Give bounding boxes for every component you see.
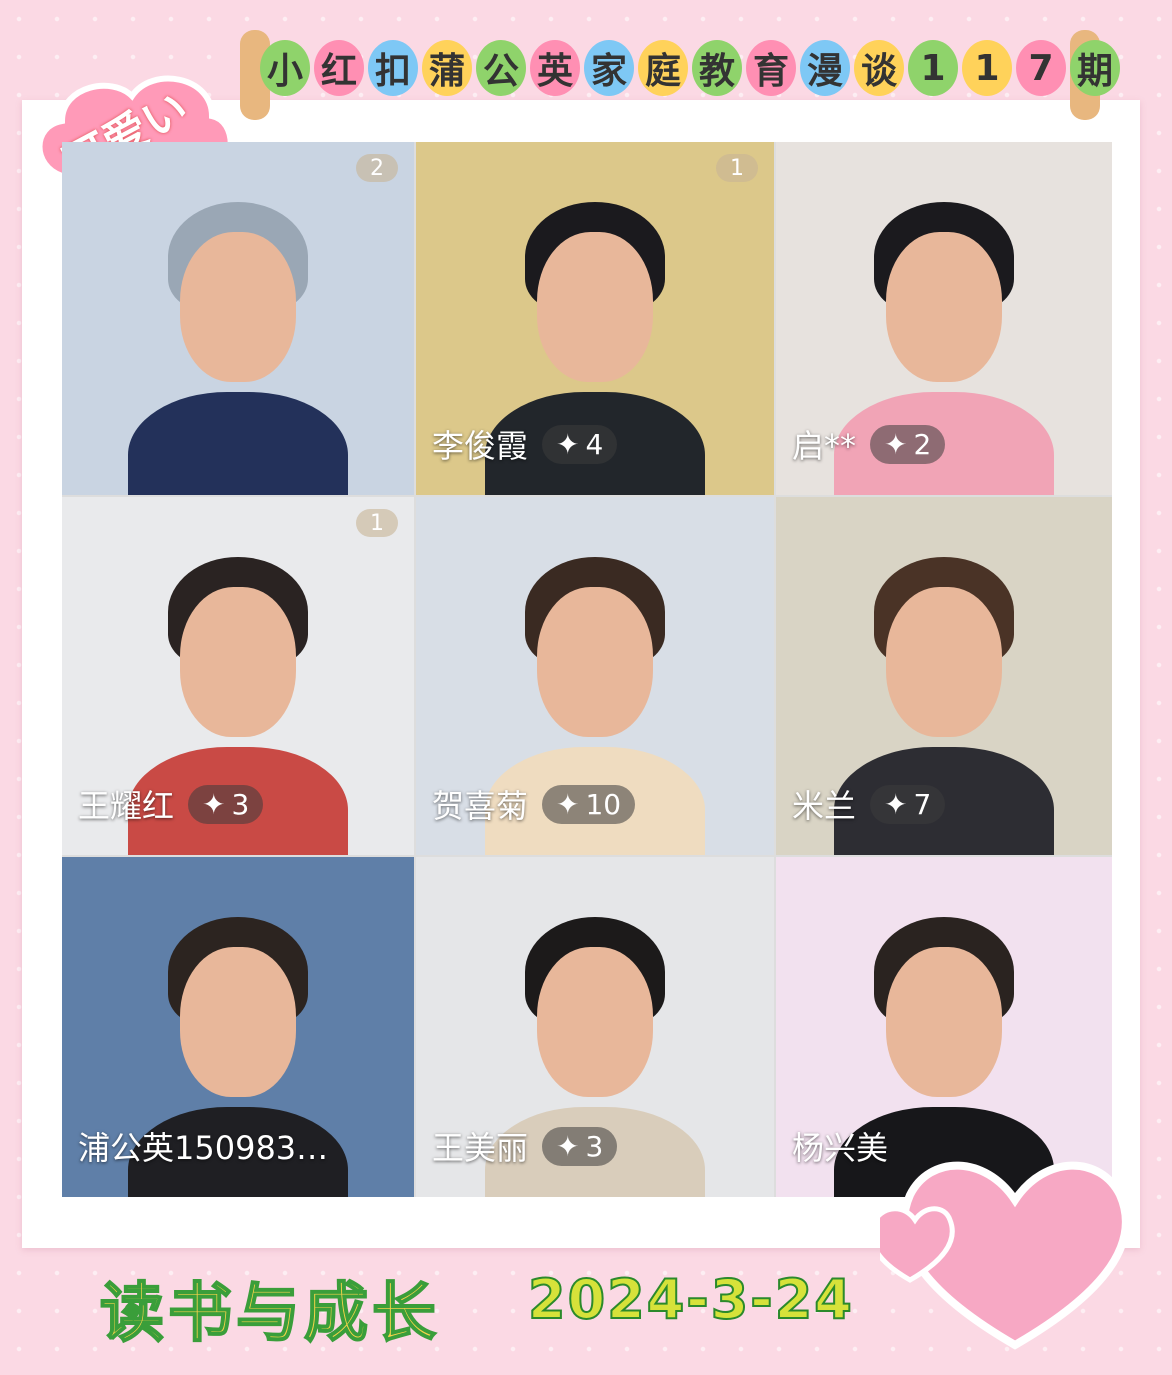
participant-name: 启** (792, 427, 857, 465)
sparkle-icon: ✦ (556, 427, 580, 461)
title-char-bubble: 公 (476, 40, 526, 96)
participant-tile[interactable]: 贺喜菊 ✦ 10 (416, 497, 774, 855)
count-badge: 1 (716, 154, 758, 182)
participant-tile[interactable]: 米兰 ✦ 7 (776, 497, 1112, 855)
video-call-grid: 2 1 李俊霞 ✦ 4 启** ✦ 2 1 王耀红 ✦ 3 贺喜菊 ✦ 10 米兰 ✦ 7 浦公英150983… 王美… (62, 142, 1112, 1197)
participant-nameplate: 杨兴美 (792, 1123, 888, 1169)
title-char-bubble: 漫 (800, 40, 850, 96)
sparkle-score[interactable]: ✦ 10 (542, 784, 636, 824)
sparkle-icon: ✦ (202, 787, 226, 821)
footer-date: 2024-3-24 (527, 1267, 854, 1332)
score-value: 7 (913, 787, 932, 821)
title-char-bubble: 谈 (854, 40, 904, 96)
title-char-bubble: 蒲 (422, 40, 472, 96)
score-value: 10 (585, 787, 622, 821)
participant-video (118, 192, 358, 495)
title-char-bubble: 7 (1016, 40, 1066, 96)
footer-title: 读书与成长 (99, 1276, 440, 1352)
title-char-bubble: 1 (962, 40, 1012, 96)
score-value: 3 (585, 1129, 604, 1163)
participant-name: 杨兴美 (792, 1129, 889, 1167)
participant-name: 李俊霞 (432, 427, 529, 465)
title-char-bubble: 英 (530, 40, 580, 96)
count-badge: 2 (356, 154, 398, 182)
participant-tile[interactable]: 1 李俊霞 ✦ 4 (416, 142, 774, 495)
participant-nameplate: 启** ✦ 2 (792, 421, 946, 467)
sparkle-score[interactable]: ✦ 4 (542, 424, 618, 464)
header-banner: 小红扣蒲公英家庭教育漫谈117期 (240, 30, 1120, 120)
title-char-bubble: 期 (1070, 40, 1120, 96)
participant-name: 王美丽 (432, 1129, 529, 1167)
heart-icon (880, 1161, 1130, 1350)
participant-name: 米兰 (792, 787, 857, 825)
participant-tile[interactable]: 浦公英150983… (62, 857, 414, 1197)
score-value: 4 (585, 427, 604, 461)
sparkle-icon: ✦ (556, 1129, 580, 1163)
participant-name: 浦公英150983… (78, 1129, 329, 1167)
score-value: 3 (231, 787, 250, 821)
title-char-bubble: 小 (260, 40, 310, 96)
sparkle-icon: ✦ (884, 427, 908, 461)
header-title: 小红扣蒲公英家庭教育漫谈117期 (260, 40, 1120, 96)
participant-nameplate: 浦公英150983… (78, 1123, 328, 1169)
score-value: 2 (913, 427, 932, 461)
title-char-bubble: 红 (314, 40, 364, 96)
participant-tile[interactable]: 王美丽 ✦ 3 (416, 857, 774, 1197)
sparkle-score[interactable]: ✦ 3 (188, 784, 264, 824)
sparkle-score[interactable]: ✦ 3 (542, 1126, 618, 1166)
participant-name: 贺喜菊 (432, 787, 529, 825)
sparkle-score[interactable]: ✦ 2 (870, 424, 946, 464)
sparkle-icon: ✦ (884, 787, 908, 821)
title-char-bubble: 教 (692, 40, 742, 96)
participant-tile[interactable]: 2 (62, 142, 414, 495)
participant-nameplate: 米兰 ✦ 7 (792, 781, 946, 827)
title-char-bubble: 育 (746, 40, 796, 96)
count-badge: 1 (356, 509, 398, 537)
title-char-bubble: 家 (584, 40, 634, 96)
sparkle-score[interactable]: ✦ 7 (870, 784, 946, 824)
participant-tile[interactable]: 1 王耀红 ✦ 3 (62, 497, 414, 855)
participant-tile[interactable]: 启** ✦ 2 (776, 142, 1112, 495)
participant-name: 王耀红 (78, 787, 175, 825)
title-char-bubble: 扣 (368, 40, 418, 96)
title-char-bubble: 庭 (638, 40, 688, 96)
participant-nameplate: 李俊霞 ✦ 4 (432, 421, 618, 467)
sparkle-icon: ✦ (556, 787, 580, 821)
participant-nameplate: 王美丽 ✦ 3 (432, 1123, 618, 1169)
participant-nameplate: 王耀红 ✦ 3 (78, 781, 264, 827)
participant-nameplate: 贺喜菊 ✦ 10 (432, 781, 636, 827)
title-char-bubble: 1 (908, 40, 958, 96)
